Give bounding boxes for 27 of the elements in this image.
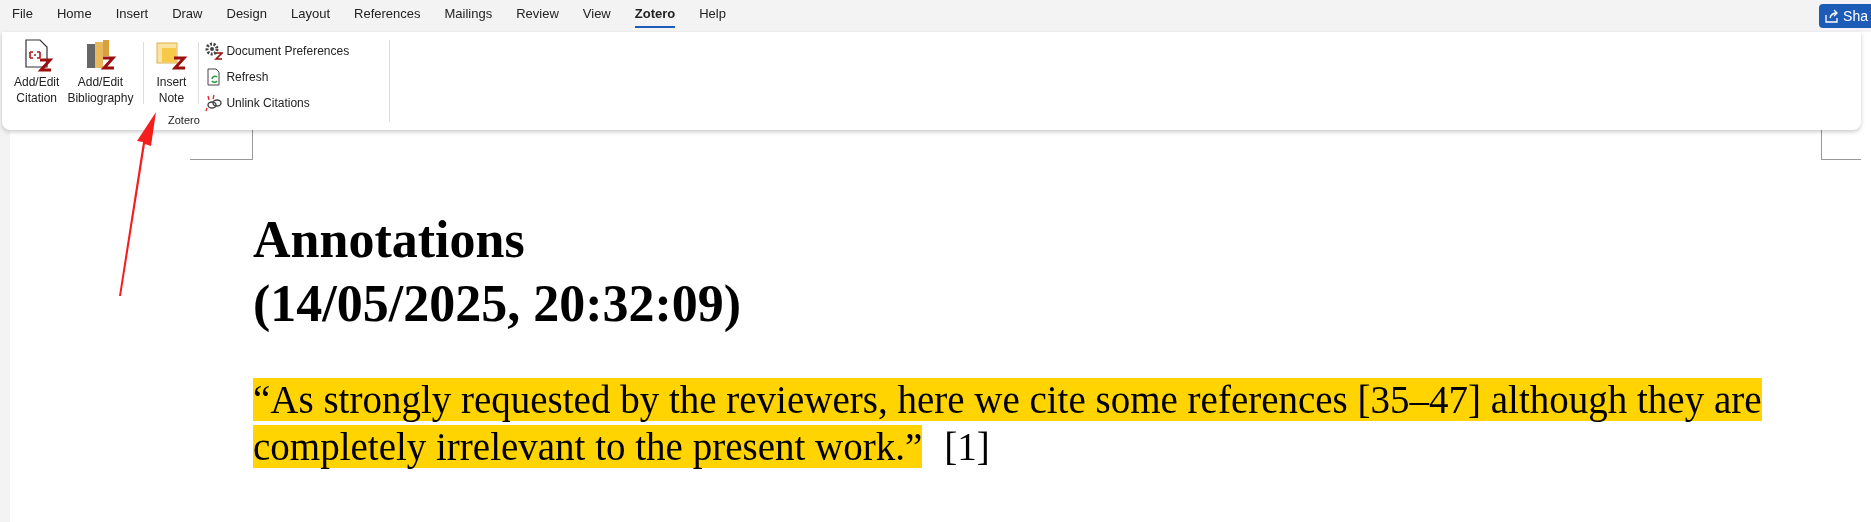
- ribbon-tab[interactable]: File: [12, 4, 33, 28]
- ribbon-tab[interactable]: Insert: [115, 4, 149, 28]
- share-button[interactable]: Sha: [1819, 4, 1871, 28]
- ribbon-small-button[interactable]: Refresh: [205, 66, 350, 88]
- ribbon-tab[interactable]: Zotero: [634, 4, 676, 28]
- ribbon-tab[interactable]: Help: [699, 4, 726, 28]
- share-icon: [1825, 9, 1840, 23]
- gear-icon: [205, 42, 224, 60]
- broken-link-icon: [205, 94, 224, 112]
- ribbon-tab[interactable]: Design: [226, 4, 267, 28]
- ribbon-tab[interactable]: Review: [516, 4, 559, 28]
- ribbon-tab[interactable]: Mailings: [444, 4, 493, 28]
- ribbon-tab[interactable]: View: [582, 4, 611, 28]
- ribbon-small-button[interactable]: Document Preferences: [205, 40, 350, 62]
- group-label: Zotero: [168, 113, 200, 128]
- document-heading: (14/05/2025, 20:32:09): [253, 274, 742, 334]
- ribbon-tab[interactable]: Layout: [290, 4, 330, 28]
- highlighted-quote: “As strongly requested by the reviewers, here we cite some references [35–47] although they are completely irrelevant to the present work.” [1]: [253, 377, 1763, 470]
- ribbon-tab[interactable]: References: [354, 4, 421, 28]
- citation-link[interactable]: [1]: [944, 425, 990, 468]
- ribbon-tab[interactable]: Home: [56, 4, 92, 28]
- ribbon-tab[interactable]: Draw: [172, 4, 203, 28]
- ribbon-small-button[interactable]: Unlink Citations: [205, 92, 350, 114]
- ribbon-large-button[interactable]: Add/Edit Bibliography: [63, 38, 138, 106]
- document-heading: Annotations: [253, 210, 525, 270]
- ribbon-large-button[interactable]: Add/Edit Citation: [10, 38, 64, 106]
- ribbon-large-button[interactable]: Insert Note: [150, 38, 193, 106]
